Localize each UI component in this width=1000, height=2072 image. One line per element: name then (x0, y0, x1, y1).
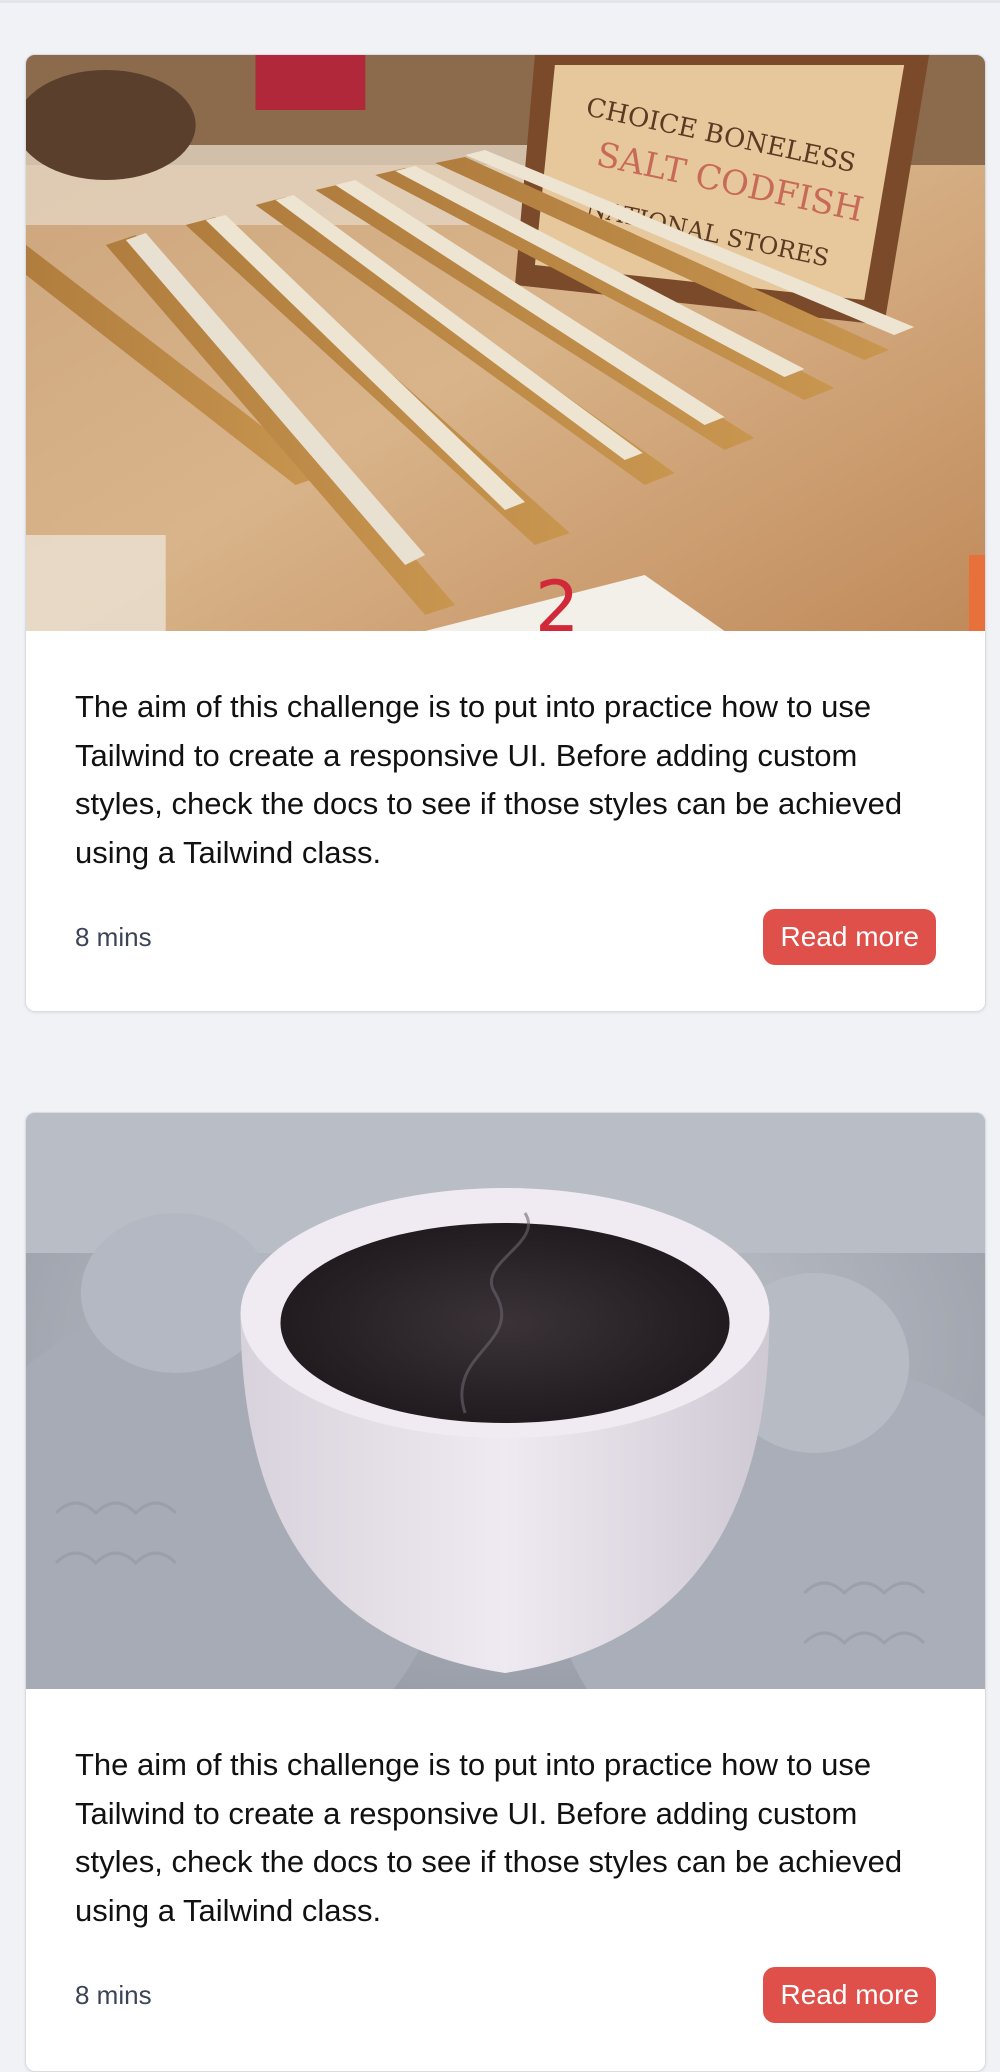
card-footer: 8 mins Read more (75, 1967, 936, 2023)
card-footer: 8 mins Read more (75, 909, 936, 965)
read-more-button[interactable]: Read more (763, 909, 936, 965)
blog-card: The aim of this challenge is to put into… (25, 1112, 986, 2072)
read-time: 8 mins (75, 921, 152, 952)
card-description: The aim of this challenge is to put into… (75, 689, 903, 870)
rulers-photo: CHOICE BONELESS SALT CODFISH NATIONAL ST… (26, 55, 985, 631)
read-more-button[interactable]: Read more (763, 1967, 936, 2023)
card-image-rulers: CHOICE BONELESS SALT CODFISH NATIONAL ST… (26, 55, 985, 631)
coffee-mittens-photo (26, 1113, 985, 1689)
svg-text:2: 2 (535, 567, 579, 631)
card-description: The aim of this challenge is to put into… (75, 1747, 903, 1928)
top-divider (0, 0, 1000, 3)
card-image-coffee (26, 1113, 985, 1689)
read-time: 8 mins (75, 1979, 152, 2010)
blog-card: CHOICE BONELESS SALT CODFISH NATIONAL ST… (25, 54, 986, 1012)
